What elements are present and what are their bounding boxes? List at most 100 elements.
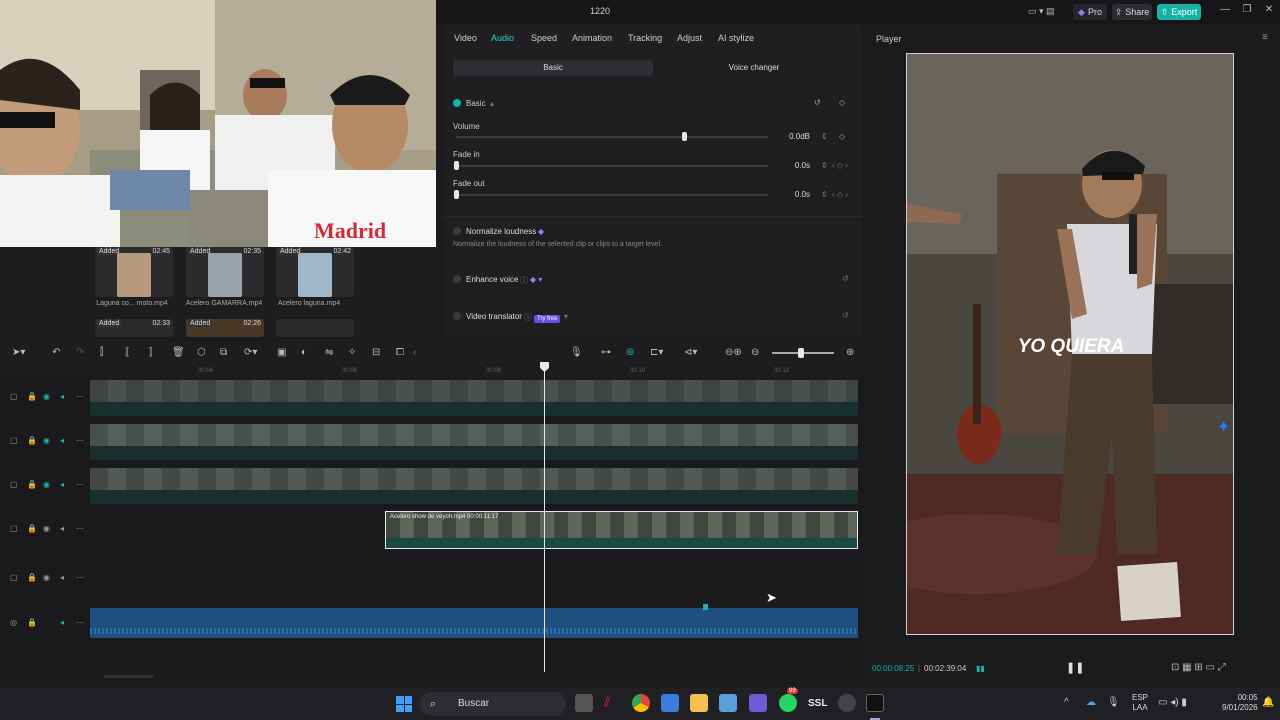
keyframe-nav-icon[interactable]: ‹ ◇ › [832,161,848,170]
media-thumb[interactable]: Added 02:35 [186,247,264,297]
playhead-line[interactable] [544,366,545,672]
onedrive-icon[interactable]: ☁ [1086,697,1096,708]
eye-icon[interactable]: ◉ [43,392,50,401]
windows-start-icon[interactable] [396,696,412,712]
app-icon[interactable] [838,694,856,712]
volume-slider-knob[interactable] [681,132,687,141]
fade-in-slider-knob[interactable] [454,161,459,170]
tab-ai-stylize[interactable]: AI stylize [718,33,754,43]
app-icon[interactable] [719,694,737,712]
undo-icon[interactable]: ↶ [52,347,60,358]
frame-icon[interactable]: ▢ [10,436,18,445]
audio-track-icon[interactable]: ◎ [10,618,17,627]
clock[interactable]: 00:05 9/01/2026 [1222,693,1258,713]
chrome-icon[interactable] [632,694,650,712]
store-icon[interactable] [661,694,679,712]
preview-axis-icon[interactable]: ⊲▾ [684,347,697,358]
stepper-icon[interactable]: ⇕ [821,190,828,199]
lock-icon[interactable]: 🔒 [27,392,37,401]
fade-in-value[interactable]: 0.0s [774,159,810,173]
lock-icon[interactable]: 🔒 [27,618,37,627]
maximize-icon[interactable]: ❐ [1240,4,1254,18]
select-tool-icon[interactable]: ➤▾ [12,347,25,358]
pro-button[interactable]: ◆ Pro [1073,4,1107,20]
taskbar-search[interactable]: ⌕ Buscar [420,692,566,716]
red-app-icon[interactable]: ⫽ [604,694,622,712]
tab-speed[interactable]: Speed [531,33,557,43]
menu-icon[interactable]: ≡ [1262,32,1268,43]
lock-icon[interactable]: 🔒 [27,436,37,445]
fade-out-value[interactable]: 0.0s [774,188,810,202]
frame-icon[interactable]: ▢ [10,392,18,401]
redo-icon[interactable]: ↷ [76,347,84,358]
close-icon[interactable]: ✕ [1262,4,1276,18]
tab-animation[interactable]: Animation [572,33,612,43]
more-icon[interactable]: ⋯ [76,524,84,533]
more-icon[interactable]: ⋯ [76,573,84,582]
split-icon[interactable]: ⫿ [100,347,103,358]
volume-slider[interactable] [456,136,768,138]
speaker-icon[interactable]: ◂ [60,480,64,489]
magic-icon[interactable]: ✧ [348,347,356,358]
zoom-slider-knob[interactable] [798,348,804,358]
task-view-icon[interactable] [575,694,593,712]
frame-icon[interactable]: ▢ [10,480,18,489]
tab-adjust[interactable]: Adjust [677,33,702,43]
frame-icon[interactable]: ▢ [10,573,18,582]
lock-icon[interactable]: 🔒 [27,573,37,582]
chevron-up-icon[interactable]: ▴ [490,99,494,108]
microphone-icon[interactable]: 🎙 [570,347,583,358]
eye-icon[interactable]: ◉ [43,480,50,489]
capcut-icon[interactable] [866,694,884,712]
mic-tray-icon[interactable]: 🎙 [1107,697,1120,708]
media-thumb[interactable]: Added 02:45 [95,247,173,297]
freeze-icon[interactable]: ▣ [277,347,286,358]
split-right-icon[interactable]: ⟧ [148,347,153,358]
tab-video[interactable]: Video [454,33,477,43]
lock-icon[interactable]: 🔒 [27,480,37,489]
subtab-basic[interactable]: Basic [453,60,653,76]
media-thumb[interactable] [276,319,354,337]
share-button[interactable]: ⇪ Share [1112,4,1152,20]
keyframe-icon[interactable]: ◇ [839,132,845,141]
reset-icon[interactable]: ↺ [842,274,849,283]
basic-checkbox[interactable] [453,99,461,107]
media-thumb[interactable]: Added 02:26 [186,319,264,337]
selected-video-clip[interactable]: Acelero show de veyoh.mp4 00:00:11:17 [385,511,858,549]
media-thumb[interactable]: Added 02:33 [95,319,173,337]
snap-icon[interactable]: ⊏▾ [650,347,663,358]
fit-icon[interactable]: ⊖⊕ [725,347,742,358]
video-clip-strip[interactable] [90,380,858,416]
reset-icon[interactable]: ↺ [842,311,849,320]
keyframe-marker[interactable] [703,604,708,610]
lock-icon[interactable]: 🔒 [27,524,37,533]
keyframe-icon[interactable]: ◇ [839,98,845,107]
audio-clip[interactable] [90,608,858,638]
layout-icon[interactable]: ▭ ▾ ▤ [1028,6,1055,17]
subtab-voice-changer[interactable]: Voice changer [654,60,854,76]
media-thumb[interactable]: Added 02:42 [276,247,354,297]
pause-icon[interactable]: ❚❚ [1066,661,1084,674]
video-translator-checkbox[interactable] [453,312,461,320]
speaker-icon[interactable]: ◂ [60,618,64,627]
enhance-voice-checkbox[interactable] [453,275,461,283]
ssl-app[interactable]: SSL [808,698,827,709]
more-icon[interactable]: ‹ [413,347,416,358]
video-clip-strip[interactable] [90,424,858,460]
magnet-icon[interactable]: ⊛ [626,347,634,358]
reverse-icon[interactable]: ◐ [301,347,307,358]
stepper-icon[interactable]: ⇕ [821,132,828,141]
tab-tracking[interactable]: Tracking [628,33,662,43]
more-icon[interactable]: ⋯ [76,480,84,489]
language-indicator[interactable]: ESP LAA [1132,693,1148,713]
network-speaker-battery-icons[interactable]: ▭ ◂) ▮ [1158,697,1187,708]
more-icon[interactable]: ⋯ [76,392,84,401]
speaker-icon[interactable]: ◂ [60,392,64,401]
whatsapp-icon[interactable]: 99 [779,688,798,712]
normalize-checkbox[interactable] [453,227,461,235]
marker-icon[interactable]: ⬡ [197,347,206,358]
timeline-ruler[interactable]: 00:04 00:06 00:08 00:10 00:12 [90,364,862,378]
caption-text[interactable]: YO QUIERA [1018,336,1125,357]
stepper-icon[interactable]: ⇕ [821,161,828,170]
speed-icon[interactable]: ⟳▾ [244,347,257,358]
